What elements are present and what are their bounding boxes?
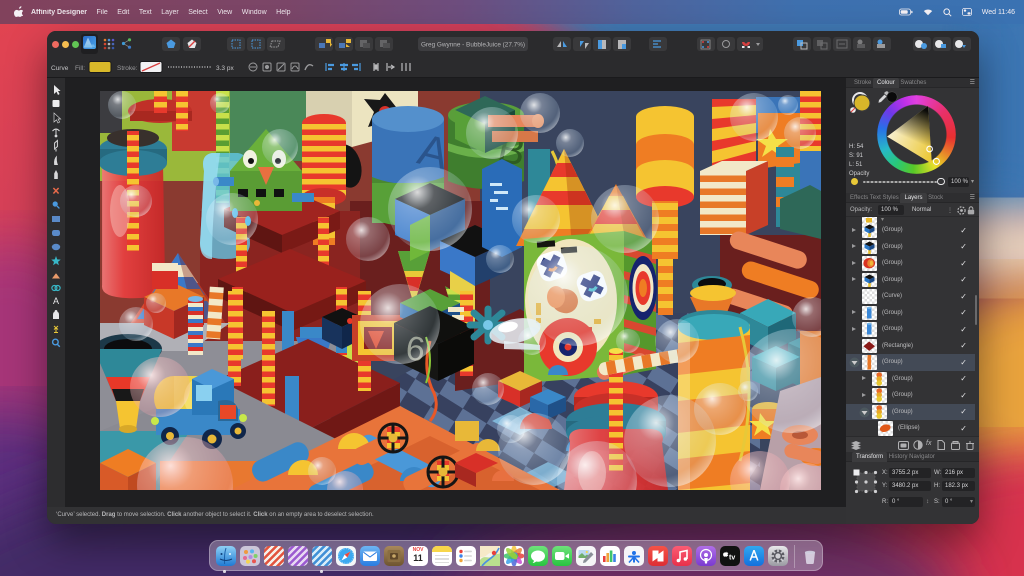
svg-text:Fill:: Fill: (75, 65, 85, 72)
svg-text:tv: tv (729, 555, 735, 562)
svg-text:A: A (53, 296, 59, 306)
svg-text:Greg Gwynne - BubbleJuice (27.: Greg Gwynne - BubbleJuice (27.7%) (421, 42, 525, 49)
svg-text:Curve: Curve (51, 65, 69, 72)
svg-text:Stroke:: Stroke: (117, 65, 138, 72)
svg-text:3.3 px: 3.3 px (216, 65, 234, 72)
